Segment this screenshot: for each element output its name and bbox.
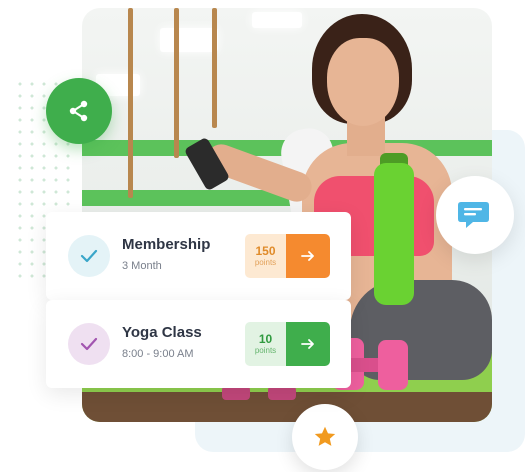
- points-button[interactable]: 10 points: [245, 322, 330, 366]
- small-dumbbell: [268, 386, 296, 400]
- membership-card: Membership 3 Month 150 points: [46, 212, 351, 300]
- star-icon: [314, 426, 336, 446]
- points-number: 10: [258, 331, 273, 346]
- ceiling-light: [252, 12, 302, 28]
- points-value: 10 points: [245, 322, 286, 366]
- share-icon: [69, 100, 88, 122]
- ceiling-light: [160, 28, 218, 52]
- check-badge: [68, 235, 110, 277]
- arrow-button[interactable]: [286, 322, 330, 366]
- arrow-button[interactable]: [286, 234, 330, 278]
- yoga-class-card: Yoga Class 8:00 - 9:00 AM 10 points: [46, 300, 351, 388]
- chat-button[interactable]: [436, 176, 514, 254]
- check-icon: [80, 337, 98, 351]
- rope: [212, 8, 217, 128]
- card-subtitle: 3 Month: [122, 260, 162, 272]
- rope: [174, 8, 179, 158]
- small-dumbbell: [222, 386, 250, 400]
- check-badge: [68, 323, 110, 365]
- card-title: Membership: [122, 236, 211, 253]
- points-unit: points: [254, 345, 277, 355]
- rope: [128, 8, 133, 198]
- person-face: [327, 38, 399, 126]
- check-icon: [80, 249, 98, 263]
- favorite-button[interactable]: [292, 404, 358, 470]
- points-value: 150 points: [245, 234, 286, 278]
- card-subtitle: 8:00 - 9:00 AM: [122, 348, 194, 360]
- arrow-right-icon: [301, 251, 314, 261]
- water-bottle: [374, 163, 414, 305]
- points-button[interactable]: 150 points: [245, 234, 330, 278]
- points-unit: points: [254, 257, 277, 267]
- share-button[interactable]: [46, 78, 112, 144]
- chat-bubble-icon: [458, 202, 489, 228]
- dumbbell: [378, 340, 408, 390]
- card-title: Yoga Class: [122, 324, 202, 341]
- arrow-right-icon: [301, 339, 314, 349]
- points-number: 150: [255, 243, 276, 258]
